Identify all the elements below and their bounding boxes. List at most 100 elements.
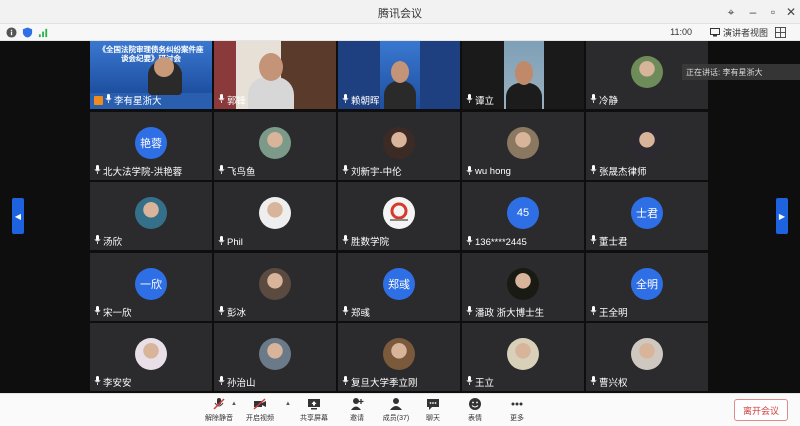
more-icon xyxy=(497,397,537,411)
participant-tile[interactable]: 彭冰 xyxy=(214,252,336,321)
participant-name: Phil xyxy=(227,236,243,248)
participant-tile[interactable]: wu hong xyxy=(462,111,584,180)
participant-name: 刘新宇-中伦 xyxy=(351,166,402,178)
participant-name-bar: 胜数学院 xyxy=(342,234,456,248)
avatar xyxy=(507,126,539,159)
speaker-view-label: 演讲者视图 xyxy=(722,28,768,38)
person-face xyxy=(259,53,283,81)
mic-icon xyxy=(218,305,225,318)
status-bar: 11:00 演讲者视图 xyxy=(0,24,800,41)
participant-tile[interactable]: 汤欣 xyxy=(90,182,212,250)
participant-name: 复旦大学季立刚 xyxy=(351,378,418,389)
participant-name: 李有星浙大 xyxy=(114,96,162,107)
mic-icon xyxy=(218,94,225,106)
mic-icon xyxy=(590,376,597,388)
avatar-initials: 全明 xyxy=(636,278,658,291)
participant-tile[interactable]: 刘新宇-中伦 xyxy=(338,111,460,180)
host-icon xyxy=(94,95,103,105)
participant-tile[interactable]: 张晟杰律师 xyxy=(586,111,708,180)
signal-icon[interactable] xyxy=(38,27,49,38)
caret-up-icon[interactable]: ▲ xyxy=(285,401,291,407)
more-button[interactable]: 更多 xyxy=(497,397,537,425)
invite-button[interactable]: 邀请 xyxy=(337,397,377,425)
mic-icon xyxy=(94,235,101,247)
leave-meeting-button[interactable]: 离开会议 xyxy=(734,399,788,421)
participant-tile[interactable]: 飞鸟鱼 xyxy=(214,111,336,180)
participant-tile[interactable]: 郭锋 xyxy=(214,41,336,109)
participant-name: 冷静 xyxy=(599,96,619,107)
chat-button[interactable]: 聊天 xyxy=(413,397,453,425)
camera-off-icon xyxy=(240,397,280,411)
mic-icon xyxy=(218,164,225,177)
participant-tile[interactable]: 复旦大学季立刚 xyxy=(338,323,460,391)
participant-name: 飞鸟鱼 xyxy=(227,166,256,178)
chevron-left-icon: ◀ xyxy=(14,211,22,221)
participant-tile[interactable]: Phil xyxy=(214,182,336,250)
meeting-clock: 11:00 xyxy=(670,27,692,37)
emoji-button[interactable]: 表情 xyxy=(455,397,495,425)
share-screen-button[interactable]: 共享屏幕 xyxy=(294,397,334,425)
avatar-initials: 艳蓉 xyxy=(140,137,162,150)
mic-icon xyxy=(466,94,473,106)
participant-tile[interactable]: 赖朝晖 xyxy=(338,41,460,109)
participant-tile[interactable]: 胜数学院 xyxy=(338,182,460,250)
grid-view-icon[interactable] xyxy=(775,27,786,38)
maximize-icon[interactable]: ▫ xyxy=(764,3,782,21)
participant-tile[interactable]: 孙治山 xyxy=(214,323,336,391)
members-button[interactable]: 成员(37) xyxy=(376,397,416,425)
pin-icon[interactable]: ⌖ xyxy=(722,3,740,21)
participant-name-bar: 汤欣 xyxy=(94,234,208,248)
participant-tile[interactable]: 一欣 宋一欣 xyxy=(90,252,212,321)
mic-icon xyxy=(466,376,473,388)
participant-name: 李安安 xyxy=(103,378,132,389)
participant-name-bar: 刘新宇-中伦 xyxy=(342,164,456,178)
toolbar-label: 邀请 xyxy=(350,415,364,422)
participant-tile[interactable]: 士君 董士君 xyxy=(586,182,708,250)
invite-icon xyxy=(337,397,377,411)
mic-icon xyxy=(342,305,349,318)
participant-tile[interactable]: 《全国法院审理债务纠纷案件座谈会纪要》研讨会 李有星浙大 xyxy=(90,41,212,109)
participant-name-bar: 彭冰 xyxy=(218,305,332,319)
participant-name-bar: 孙治山 xyxy=(218,375,332,389)
participant-name-bar: 郑彧 xyxy=(342,305,456,319)
logo-icon xyxy=(390,202,408,221)
speaker-view-button[interactable]: 演讲者视图 xyxy=(709,25,768,40)
participant-name-bar: 复旦大学季立刚 xyxy=(342,375,456,389)
participant-tile[interactable]: 谭立 xyxy=(462,41,584,109)
members-icon xyxy=(376,397,416,411)
mic-icon xyxy=(342,94,349,106)
participant-tile[interactable]: 李安安 xyxy=(90,323,212,391)
participant-name-bar: 王立 xyxy=(466,375,580,389)
participant-tile[interactable]: 王立 xyxy=(462,323,584,391)
participant-tile[interactable]: 潘政 浙大博士生 xyxy=(462,252,584,321)
participant-name-bar: 王全明 xyxy=(590,305,704,319)
participant-name: wu hong xyxy=(475,166,511,177)
participant-tile[interactable]: 艳蓉北大法学院-洪艳蓉 xyxy=(90,111,212,180)
mic-icon xyxy=(466,165,473,178)
participant-name-bar: 136****2445 xyxy=(466,236,580,248)
next-page-button[interactable]: ▶ xyxy=(776,198,788,234)
participant-tile[interactable]: 全明 王全明 xyxy=(586,252,708,321)
close-icon[interactable]: ✕ xyxy=(782,3,800,21)
minimize-icon[interactable]: – xyxy=(744,3,762,21)
participant-name: 赖朝晖 xyxy=(351,96,380,107)
avatar-initials: 士君 xyxy=(636,208,658,220)
avatar-initials: 45 xyxy=(516,207,530,219)
participant-name-bar: 曹兴权 xyxy=(590,375,704,389)
participant-name-bar: wu hong xyxy=(466,165,580,178)
caret-up-icon[interactable]: ▲ xyxy=(231,401,237,407)
start-video-button[interactable]: 开启视频 xyxy=(240,397,280,425)
mic-icon xyxy=(590,164,597,177)
participant-tile[interactable]: 郑彧 郑彧 xyxy=(338,252,460,321)
participant-tile[interactable]: 曹兴权 xyxy=(586,323,708,391)
participant-tile[interactable]: 45 136****2445 xyxy=(462,182,584,250)
avatar-initials: 一欣 xyxy=(140,278,162,291)
shield-icon[interactable] xyxy=(22,27,33,38)
participant-name-bar: 冷静 xyxy=(590,93,704,107)
speaking-text: 正在讲话: 李有星浙大 xyxy=(686,67,763,77)
avatar: 全明 xyxy=(631,267,663,300)
prev-page-button[interactable]: ◀ xyxy=(12,198,24,234)
info-icon[interactable] xyxy=(6,27,17,38)
avatar xyxy=(259,126,291,159)
participant-name: 北大法学院-洪艳蓉 xyxy=(103,166,183,178)
